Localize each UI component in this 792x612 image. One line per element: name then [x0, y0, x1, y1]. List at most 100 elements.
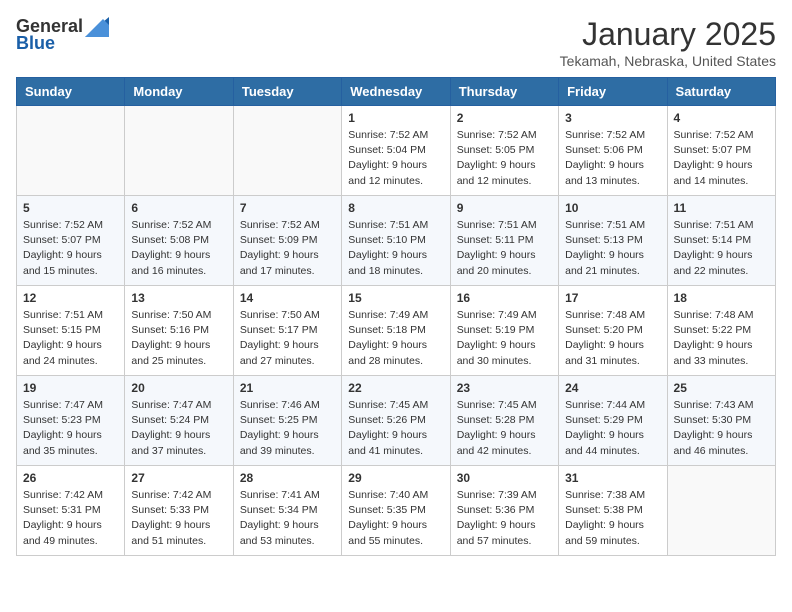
calendar-cell: 2 Sunrise: 7:52 AM Sunset: 5:05 PM Daylig…: [450, 106, 558, 196]
day-number: 6: [131, 201, 226, 215]
header-saturday: Saturday: [667, 78, 775, 106]
logo-blue: Blue: [16, 33, 55, 54]
calendar-cell: [233, 106, 341, 196]
day-info: Sunrise: 7:52 AM Sunset: 5:06 PM Dayligh…: [565, 128, 660, 189]
calendar-cell: 26 Sunrise: 7:42 AM Sunset: 5:31 PM Dayli…: [17, 466, 125, 556]
day-info: Sunrise: 7:51 AM Sunset: 5:13 PM Dayligh…: [565, 218, 660, 279]
day-info: Sunrise: 7:52 AM Sunset: 5:04 PM Dayligh…: [348, 128, 443, 189]
day-info: Sunrise: 7:49 AM Sunset: 5:19 PM Dayligh…: [457, 308, 552, 369]
day-number: 9: [457, 201, 552, 215]
calendar-cell: 18 Sunrise: 7:48 AM Sunset: 5:22 PM Dayli…: [667, 286, 775, 376]
day-info: Sunrise: 7:47 AM Sunset: 5:23 PM Dayligh…: [23, 398, 118, 459]
day-number: 14: [240, 291, 335, 305]
day-info: Sunrise: 7:42 AM Sunset: 5:33 PM Dayligh…: [131, 488, 226, 549]
day-info: Sunrise: 7:44 AM Sunset: 5:29 PM Dayligh…: [565, 398, 660, 459]
day-info: Sunrise: 7:38 AM Sunset: 5:38 PM Dayligh…: [565, 488, 660, 549]
calendar-week-3: 19 Sunrise: 7:47 AM Sunset: 5:23 PM Dayli…: [17, 376, 776, 466]
header-wednesday: Wednesday: [342, 78, 450, 106]
day-info: Sunrise: 7:45 AM Sunset: 5:28 PM Dayligh…: [457, 398, 552, 459]
title-block: January 2025 Tekamah, Nebraska, United S…: [560, 16, 776, 69]
calendar-cell: 19 Sunrise: 7:47 AM Sunset: 5:23 PM Dayli…: [17, 376, 125, 466]
day-number: 28: [240, 471, 335, 485]
calendar-cell: 13 Sunrise: 7:50 AM Sunset: 5:16 PM Dayli…: [125, 286, 233, 376]
day-info: Sunrise: 7:50 AM Sunset: 5:16 PM Dayligh…: [131, 308, 226, 369]
day-number: 22: [348, 381, 443, 395]
page-header: General Blue January 2025 Tekamah, Nebra…: [16, 16, 776, 69]
calendar-week-0: 1 Sunrise: 7:52 AM Sunset: 5:04 PM Daylig…: [17, 106, 776, 196]
calendar-cell: 23 Sunrise: 7:45 AM Sunset: 5:28 PM Dayli…: [450, 376, 558, 466]
day-info: Sunrise: 7:48 AM Sunset: 5:22 PM Dayligh…: [674, 308, 769, 369]
day-info: Sunrise: 7:52 AM Sunset: 5:07 PM Dayligh…: [23, 218, 118, 279]
calendar-cell: [17, 106, 125, 196]
logo-icon: [85, 17, 109, 37]
calendar-cell: 24Sunrise: 7:44 AM Sunset: 5:29 PM Dayli…: [559, 376, 667, 466]
title-month: January 2025: [560, 16, 776, 53]
calendar-cell: 29Sunrise: 7:40 AM Sunset: 5:35 PM Dayli…: [342, 466, 450, 556]
logo: General Blue: [16, 16, 109, 54]
calendar-cell: 1 Sunrise: 7:52 AM Sunset: 5:04 PM Daylig…: [342, 106, 450, 196]
calendar-cell: 5 Sunrise: 7:52 AM Sunset: 5:07 PM Daylig…: [17, 196, 125, 286]
title-location: Tekamah, Nebraska, United States: [560, 53, 776, 69]
calendar-cell: 3Sunrise: 7:52 AM Sunset: 5:06 PM Daylig…: [559, 106, 667, 196]
calendar-week-4: 26 Sunrise: 7:42 AM Sunset: 5:31 PM Dayli…: [17, 466, 776, 556]
day-number: 13: [131, 291, 226, 305]
header-friday: Friday: [559, 78, 667, 106]
day-info: Sunrise: 7:51 AM Sunset: 5:10 PM Dayligh…: [348, 218, 443, 279]
calendar-table: SundayMondayTuesdayWednesdayThursdayFrid…: [16, 77, 776, 556]
day-info: Sunrise: 7:47 AM Sunset: 5:24 PM Dayligh…: [131, 398, 226, 459]
day-info: Sunrise: 7:51 AM Sunset: 5:14 PM Dayligh…: [674, 218, 769, 279]
day-number: 2: [457, 111, 552, 125]
day-number: 18: [674, 291, 769, 305]
day-info: Sunrise: 7:48 AM Sunset: 5:20 PM Dayligh…: [565, 308, 660, 369]
day-info: Sunrise: 7:39 AM Sunset: 5:36 PM Dayligh…: [457, 488, 552, 549]
day-number: 16: [457, 291, 552, 305]
day-number: 21: [240, 381, 335, 395]
day-info: Sunrise: 7:52 AM Sunset: 5:08 PM Dayligh…: [131, 218, 226, 279]
day-number: 11: [674, 201, 769, 215]
day-info: Sunrise: 7:51 AM Sunset: 5:11 PM Dayligh…: [457, 218, 552, 279]
day-number: 4: [674, 111, 769, 125]
calendar-week-2: 12Sunrise: 7:51 AM Sunset: 5:15 PM Dayli…: [17, 286, 776, 376]
day-info: Sunrise: 7:45 AM Sunset: 5:26 PM Dayligh…: [348, 398, 443, 459]
day-number: 10: [565, 201, 660, 215]
day-number: 20: [131, 381, 226, 395]
day-info: Sunrise: 7:41 AM Sunset: 5:34 PM Dayligh…: [240, 488, 335, 549]
calendar-cell: 7Sunrise: 7:52 AM Sunset: 5:09 PM Daylig…: [233, 196, 341, 286]
day-number: 23: [457, 381, 552, 395]
calendar-cell: 14 Sunrise: 7:50 AM Sunset: 5:17 PM Dayli…: [233, 286, 341, 376]
header-thursday: Thursday: [450, 78, 558, 106]
day-number: 5: [23, 201, 118, 215]
day-info: Sunrise: 7:42 AM Sunset: 5:31 PM Dayligh…: [23, 488, 118, 549]
day-number: 26: [23, 471, 118, 485]
calendar-header-row: SundayMondayTuesdayWednesdayThursdayFrid…: [17, 78, 776, 106]
calendar-cell: 20 Sunrise: 7:47 AM Sunset: 5:24 PM Dayli…: [125, 376, 233, 466]
day-info: Sunrise: 7:51 AM Sunset: 5:15 PM Dayligh…: [23, 308, 118, 369]
day-info: Sunrise: 7:52 AM Sunset: 5:05 PM Dayligh…: [457, 128, 552, 189]
calendar-cell: [667, 466, 775, 556]
day-number: 7: [240, 201, 335, 215]
day-number: 27: [131, 471, 226, 485]
calendar-cell: 15Sunrise: 7:49 AM Sunset: 5:18 PM Dayli…: [342, 286, 450, 376]
header-monday: Monday: [125, 78, 233, 106]
calendar-cell: 27 Sunrise: 7:42 AM Sunset: 5:33 PM Dayli…: [125, 466, 233, 556]
calendar-cell: 30 Sunrise: 7:39 AM Sunset: 5:36 PM Dayli…: [450, 466, 558, 556]
day-number: 19: [23, 381, 118, 395]
calendar-cell: 17Sunrise: 7:48 AM Sunset: 5:20 PM Dayli…: [559, 286, 667, 376]
day-number: 29: [348, 471, 443, 485]
day-number: 30: [457, 471, 552, 485]
calendar-cell: 12Sunrise: 7:51 AM Sunset: 5:15 PM Dayli…: [17, 286, 125, 376]
calendar-cell: 21Sunrise: 7:46 AM Sunset: 5:25 PM Dayli…: [233, 376, 341, 466]
day-info: Sunrise: 7:49 AM Sunset: 5:18 PM Dayligh…: [348, 308, 443, 369]
calendar-cell: [125, 106, 233, 196]
calendar-cell: 6 Sunrise: 7:52 AM Sunset: 5:08 PM Daylig…: [125, 196, 233, 286]
calendar-cell: 10 Sunrise: 7:51 AM Sunset: 5:13 PM Dayli…: [559, 196, 667, 286]
day-number: 1: [348, 111, 443, 125]
calendar-cell: 9 Sunrise: 7:51 AM Sunset: 5:11 PM Daylig…: [450, 196, 558, 286]
calendar-cell: 28 Sunrise: 7:41 AM Sunset: 5:34 PM Dayli…: [233, 466, 341, 556]
day-info: Sunrise: 7:50 AM Sunset: 5:17 PM Dayligh…: [240, 308, 335, 369]
calendar-cell: 8 Sunrise: 7:51 AM Sunset: 5:10 PM Daylig…: [342, 196, 450, 286]
calendar-cell: 11 Sunrise: 7:51 AM Sunset: 5:14 PM Dayli…: [667, 196, 775, 286]
calendar-cell: 22 Sunrise: 7:45 AM Sunset: 5:26 PM Dayli…: [342, 376, 450, 466]
header-tuesday: Tuesday: [233, 78, 341, 106]
day-number: 8: [348, 201, 443, 215]
